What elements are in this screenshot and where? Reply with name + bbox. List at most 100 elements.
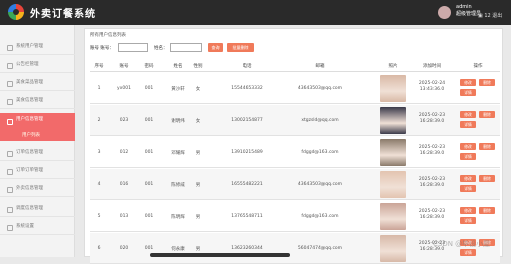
table-row: 5 013 001 陈明辉 男 13765548711 fdggd@163.com 2025-… [90,201,500,232]
cell-email: fdggd@163.com [301,150,339,155]
cell-account: 020 [119,246,129,251]
cell-name: 何永康 [171,247,185,252]
cell-no: 4 [97,182,101,187]
user-photo [380,107,406,134]
cell-password: 001 [144,182,154,187]
logout-link[interactable]: 退出 [492,13,502,19]
account-input[interactable] [118,43,148,52]
delete-button[interactable]: 删除 [479,111,495,118]
app-logo [8,4,24,20]
table-row: 2 023 001 谢明纬 女 13002154877 xtgzsld@qq.com 2025… [90,105,500,136]
cell-clock: 16:28:39.0 [419,119,445,124]
sidebar-item-order-management[interactable]: 订单订单管理 [0,163,75,179]
edit-button[interactable]: 修改 [460,79,476,86]
col-header: 操作 [473,64,483,69]
cell-name: 陈明辉 [171,215,185,220]
detail-button[interactable]: 详情 [460,89,476,96]
cell-email: 43643503@qq.com [297,182,343,187]
cell-gender: 男 [195,247,201,252]
cell-clock: 16:28:39.0 [419,215,445,220]
delete-button[interactable]: 删除 [479,175,495,182]
cell-password: 001 [144,86,154,91]
user-photo [380,235,406,262]
detail-button[interactable]: 详情 [460,153,476,160]
col-header: 序号 [94,64,104,69]
app-title: 外卖订餐系统 [30,9,96,20]
detail-button[interactable]: 详情 [460,185,476,192]
header-actions: ▣ 12 退出 [478,12,502,19]
batch-delete-button[interactable]: 批量删除 [227,43,254,52]
detail-button[interactable]: 详情 [460,217,476,224]
main-content: 所有用户信息列表 账号 账号： 姓名： 查询 批量删除 序号 账号 密码 姓名 … [84,28,503,264]
delete-button[interactable]: 删除 [479,79,495,86]
sidebar-item-dispatch[interactable]: 调度信息管理 [0,201,75,217]
sidebar-item-settings[interactable]: 系统设置 [0,219,75,235]
table-row: 4 016 001 陈修威 男 16555482221 43643503@qq.com 202… [90,169,500,200]
cell-password: 001 [144,150,154,155]
col-header: 照片 [388,64,398,69]
cell-email: xtgzsld@qq.com [301,118,339,123]
col-header: 添加时间 [423,64,441,69]
cell-phone: 16555482221 [231,182,263,187]
table-header: 序号 账号 密码 姓名 性别 电话 邮箱 照片 添加时间 操作 [90,59,500,72]
row-actions: 修改 删除 详情 [460,175,500,195]
sidebar-item-system-users[interactable]: 系统用户管理 [0,39,75,55]
col-header: 性别 [193,64,203,69]
edit-button[interactable]: 修改 [460,175,476,182]
cell-password: 001 [144,214,154,219]
cell-clock: 16:28:39.0 [419,151,445,156]
cell-gender: 女 [195,119,201,124]
sidebar: 系统用户管理 公告栏管理 美食菜品管理 美食信息管理 用户信息管理 用户列表 订… [0,25,75,257]
cell-password: 001 [144,246,154,251]
detail-button[interactable]: 详情 [460,121,476,128]
edit-button[interactable]: 修改 [460,111,476,118]
table-row: 3 012 001 邓耀辉 男 13910215489 fdggd@163.com 2025-… [90,137,500,168]
sidebar-item-notices[interactable]: 公告栏管理 [0,57,75,73]
search-button[interactable]: 查询 [208,43,223,52]
cell-account: yx001 [117,86,131,91]
name-label: 姓名： [154,46,168,51]
cell-phone: 15544653332 [231,86,263,91]
cell-email: 56047474@qq.com [297,246,343,251]
cell-no: 3 [97,150,101,155]
cell-name: 黄沙轩 [171,87,185,92]
delete-button[interactable]: 删除 [479,143,495,150]
cell-account: 012 [119,150,129,155]
user-photo [380,139,406,166]
cell-add-time: 2025-02-23 16:28:39.0 [416,113,448,125]
cell-gender: 男 [195,183,201,188]
delete-button[interactable]: 删除 [479,207,495,214]
col-header: 密码 [144,64,154,69]
detail-button[interactable]: 详情 [460,249,476,256]
sidebar-item-orders[interactable]: 订单信息管理 [0,145,75,161]
sidebar-item-food-info[interactable]: 美食信息管理 [0,93,75,109]
cell-name: 邓耀辉 [171,151,185,156]
cell-name: 陈修威 [171,183,185,188]
sidebar-item-dishes[interactable]: 美食菜品管理 [0,75,75,91]
cell-name: 谢明纬 [171,119,185,124]
col-header: 姓名 [173,64,183,69]
col-header: 邮箱 [315,64,325,69]
avatar[interactable] [438,6,451,19]
row-actions: 修改 删除 详情 [460,143,500,163]
username: admin [456,4,472,10]
edit-button[interactable]: 修改 [460,143,476,150]
cell-add-time: 2025-02-23 16:28:39.0 [416,209,448,221]
sidebar-sub-user-list[interactable]: 用户列表 [0,131,75,141]
row-actions: 修改 删除 详情 [460,79,500,99]
table-row: 1 yx001 001 黄沙轩 女 15544653332 43643503@qq.com 2… [90,73,500,104]
top-bar: 外卖订餐系统 admin 超级管理员 ▣ 12 退出 [0,0,511,25]
cell-email: 43643503@qq.com [297,86,343,91]
edit-button[interactable]: 修改 [460,207,476,214]
cell-phone: 13002154877 [231,118,263,123]
message-icon[interactable]: ▣ 12 [478,13,491,19]
page-title: 所有用户信息列表 [90,33,126,38]
user-photo [380,203,406,230]
account-label: 账号 账号： [90,46,114,51]
cell-account: 013 [119,214,129,219]
sidebar-item-delivery[interactable]: 外卖信息管理 [0,181,75,197]
bottom-scroll-indicator[interactable] [150,253,290,257]
name-input[interactable] [170,43,202,52]
user-photo [380,171,406,198]
cell-no: 2 [97,118,101,123]
